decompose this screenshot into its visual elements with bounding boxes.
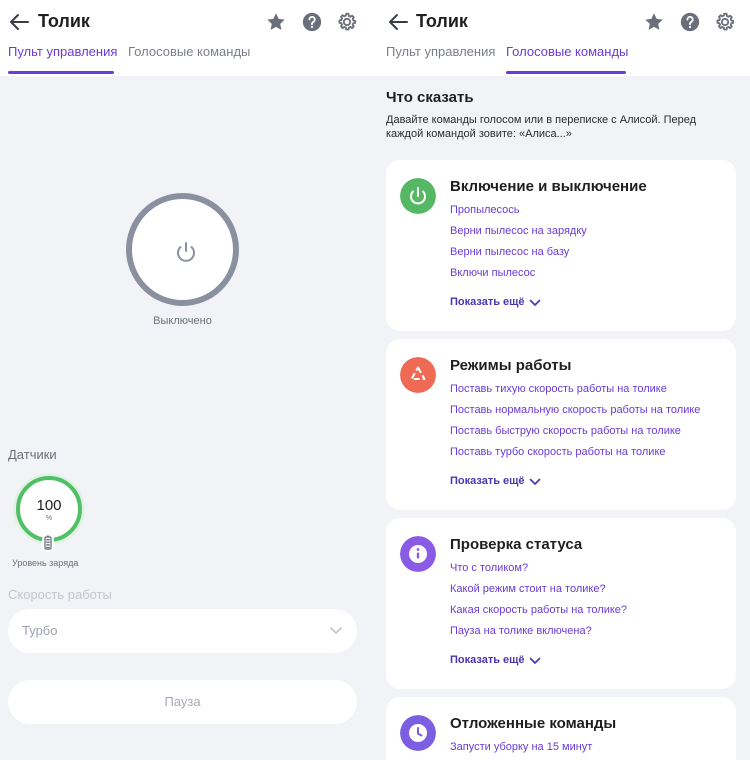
- header: Толик Пульт управления Голосовые команды: [375, 0, 750, 76]
- card-title: Проверка статуса: [450, 536, 583, 553]
- battery-level-gauge: 100 %: [16, 476, 82, 542]
- chevron-down-icon: [529, 657, 541, 664]
- header: Толик Пульт управления Голосовые команды: [0, 0, 375, 76]
- clock-icon: [400, 715, 436, 751]
- section-description: Давайте команды голосом или в переписке …: [386, 114, 697, 140]
- settings-gear-icon[interactable]: [714, 11, 736, 33]
- power-status-label: Выключено: [153, 315, 212, 327]
- command-link[interactable]: Включи пылесос: [450, 267, 535, 279]
- page-title: Толик: [38, 11, 90, 31]
- command-link[interactable]: Поставь турбо скорость работы на толике: [450, 446, 666, 458]
- card-title: Включение и выключение: [450, 178, 647, 195]
- command-link[interactable]: Что с толиком?: [450, 562, 528, 574]
- section-title: Что сказать: [386, 89, 474, 106]
- power-icon: [177, 242, 195, 262]
- pause-button[interactable]: Пауза: [8, 680, 357, 724]
- command-card-status: Проверка статуса Что с толиком? Какой ре…: [386, 518, 736, 689]
- card-title: Режимы работы: [450, 357, 572, 374]
- command-link[interactable]: Пропылесось: [450, 204, 520, 216]
- back-arrow-icon[interactable]: [387, 12, 409, 32]
- command-link[interactable]: Поставь тихую скорость работы на толике: [450, 383, 667, 395]
- active-tab-indicator: [506, 71, 626, 74]
- tab-control-panel[interactable]: Пульт управления: [386, 44, 495, 59]
- help-icon[interactable]: [301, 11, 323, 33]
- battery-label: Уровень заряда: [12, 558, 79, 568]
- command-card-power: Включение и выключение Пропылесось Верни…: [386, 160, 736, 331]
- command-link[interactable]: Запусти уборку на 15 минут: [450, 741, 592, 753]
- sensors-heading: Датчики: [8, 447, 57, 462]
- power-icon: [400, 178, 436, 214]
- battery-value: 100: [36, 497, 62, 514]
- modes-icon: [400, 357, 436, 393]
- command-link[interactable]: Какая скорость работы на толике?: [450, 604, 627, 616]
- show-more-button[interactable]: Показать ещё: [450, 654, 525, 666]
- battery-icon: [42, 534, 54, 552]
- settings-gear-icon[interactable]: [336, 11, 358, 33]
- star-icon[interactable]: [643, 11, 665, 33]
- tab-bar: Пульт управления Голосовые команды: [0, 44, 375, 76]
- show-more-button[interactable]: Показать ещё: [450, 296, 525, 308]
- tab-control-panel[interactable]: Пульт управления: [8, 44, 117, 59]
- battery-unit: %: [45, 515, 53, 522]
- speed-select[interactable]: Турбо: [8, 609, 357, 653]
- speed-heading: Скорость работы: [8, 587, 112, 602]
- power-button[interactable]: [126, 193, 239, 306]
- show-more-button[interactable]: Показать ещё: [450, 475, 525, 487]
- command-link[interactable]: Верни пылесос на зарядку: [450, 225, 587, 237]
- help-icon[interactable]: [679, 11, 701, 33]
- tab-bar: Пульт управления Голосовые команды: [375, 44, 750, 76]
- speed-selected-value: Турбо: [22, 623, 58, 638]
- command-link[interactable]: Какой режим стоит на толике?: [450, 583, 606, 595]
- card-title: Отложенные команды: [450, 715, 617, 732]
- chevron-down-icon: [330, 627, 342, 634]
- command-link[interactable]: Поставь нормальную скорость работы на то…: [450, 404, 700, 416]
- command-link[interactable]: Поставь быструю скорость работы на толик…: [450, 425, 681, 437]
- active-tab-indicator: [8, 71, 114, 74]
- command-card-delayed: Отложенные команды Запусти уборку на 15 …: [386, 697, 736, 760]
- chevron-down-icon: [529, 299, 541, 306]
- info-icon: [400, 536, 436, 572]
- command-link[interactable]: Верни пылесос на базу: [450, 246, 569, 258]
- command-card-modes: Режимы работы Поставь тихую скорость раб…: [386, 339, 736, 510]
- back-arrow-icon[interactable]: [8, 12, 30, 32]
- tab-voice-commands[interactable]: Голосовые команды: [128, 44, 250, 59]
- tab-voice-commands[interactable]: Голосовые команды: [506, 44, 628, 59]
- voice-commands-screen: Толик Пульт управления Голосовые команды…: [375, 0, 750, 760]
- page-title: Толик: [416, 11, 468, 31]
- chevron-down-icon: [529, 478, 541, 485]
- control-panel-screen: Толик Пульт управления Голосовые команды…: [0, 0, 375, 760]
- star-icon[interactable]: [265, 11, 287, 33]
- command-link[interactable]: Пауза на толике включена?: [450, 625, 592, 637]
